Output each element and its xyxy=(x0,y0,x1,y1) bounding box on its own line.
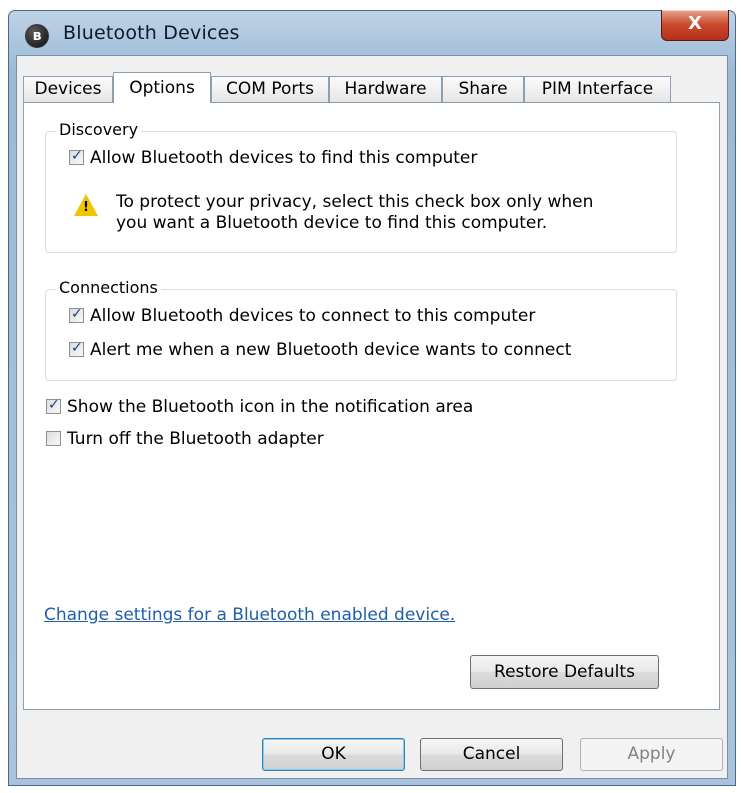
apply-button[interactable]: Apply xyxy=(580,738,723,771)
change-settings-link[interactable]: Change settings for a Bluetooth enabled … xyxy=(44,605,455,625)
tab-devices[interactable]: Devices xyxy=(23,76,113,102)
privacy-warning-line1: To protect your privacy, select this che… xyxy=(116,192,594,212)
tab-hardware[interactable]: Hardware xyxy=(329,76,442,102)
title-bar[interactable]: ʙ Bluetooth Devices X xyxy=(9,10,735,55)
connections-group: Connections Allow Bluetooth devices to c… xyxy=(45,278,677,381)
allow-connect-label: Allow Bluetooth devices to connect to th… xyxy=(90,306,536,326)
allow-find-checkbox[interactable] xyxy=(69,148,84,165)
privacy-warning-line2: you want a Bluetooth device to find this… xyxy=(116,213,548,233)
show-icon-option[interactable]: Show the Bluetooth icon in the notificat… xyxy=(46,397,473,419)
ok-button[interactable]: OK xyxy=(262,738,405,771)
tab-share[interactable]: Share xyxy=(442,76,524,102)
show-icon-label: Show the Bluetooth icon in the notificat… xyxy=(67,397,474,417)
alert-connect-option[interactable]: Alert me when a new Bluetooth device wan… xyxy=(69,340,571,362)
turn-off-label: Turn off the Bluetooth adapter xyxy=(67,429,324,449)
allow-connect-checkbox[interactable] xyxy=(69,306,84,323)
allow-connect-option[interactable]: Allow Bluetooth devices to connect to th… xyxy=(69,306,535,328)
cancel-button[interactable]: Cancel xyxy=(420,738,563,771)
dialog-client-area: Devices Options COM Ports Hardware Share… xyxy=(16,55,728,779)
warning-icon-mark: ! xyxy=(83,200,89,215)
turn-off-option[interactable]: Turn off the Bluetooth adapter xyxy=(46,429,324,451)
alert-connect-label: Alert me when a new Bluetooth device wan… xyxy=(90,340,572,360)
tab-options[interactable]: Options xyxy=(113,72,211,103)
tab-pim-interface[interactable]: PIM Interface xyxy=(524,76,671,102)
connections-legend: Connections xyxy=(56,278,161,297)
options-panel: Discovery Allow Bluetooth devices to fin… xyxy=(23,102,720,710)
bluetooth-icon: ʙ xyxy=(25,24,49,48)
alert-connect-checkbox[interactable] xyxy=(69,340,84,357)
discovery-group: Discovery Allow Bluetooth devices to fin… xyxy=(45,120,677,253)
close-button[interactable]: X xyxy=(661,10,729,41)
tab-com-ports[interactable]: COM Ports xyxy=(211,76,329,102)
bluetooth-devices-window: ʙ Bluetooth Devices X Devices Options CO… xyxy=(8,10,736,786)
window-title: Bluetooth Devices xyxy=(63,22,240,44)
discovery-legend: Discovery xyxy=(56,120,142,139)
allow-find-option[interactable]: Allow Bluetooth devices to find this com… xyxy=(69,148,477,170)
privacy-warning-text: To protect your privacy, select this che… xyxy=(116,192,593,234)
show-icon-checkbox[interactable] xyxy=(46,397,61,414)
restore-defaults-button[interactable]: Restore Defaults xyxy=(470,655,659,689)
turn-off-checkbox[interactable] xyxy=(46,431,61,446)
allow-find-label: Allow Bluetooth devices to find this com… xyxy=(90,148,478,168)
